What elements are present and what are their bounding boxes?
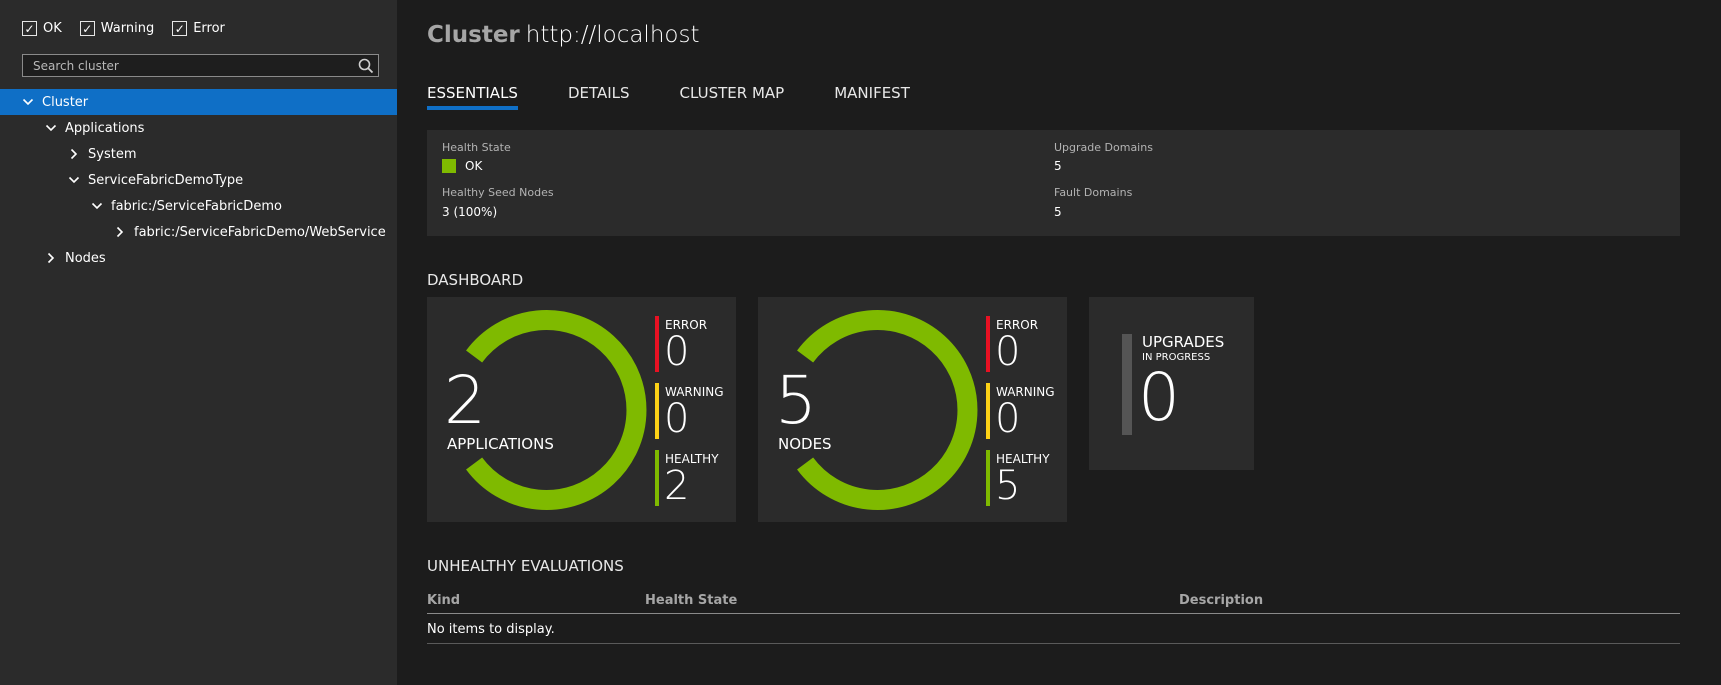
warning-checkbox[interactable]: ✓ (79, 21, 95, 36)
tree-item-servicefabricdemo[interactable]: fabric:/ServiceFabricDemo (0, 193, 397, 219)
ok-checkbox[interactable]: ✓ (22, 21, 37, 36)
warning-count: 0 (995, 396, 1021, 442)
unhealthy-evaluations-title: UNHEALTHY EVALUATIONS (427, 557, 624, 575)
sidebar: ✓ OK ✓ Warning ✓ Error Cluster Applicati… (0, 0, 397, 685)
tab-details[interactable]: DETAILS (568, 84, 630, 108)
applications-healthy-stat: HEALTHY 2 (655, 450, 735, 506)
nodes-label: NODES (778, 435, 832, 453)
health-state-value: OK (442, 159, 482, 173)
unhealthy-table-header: Kind Health State Description (427, 592, 1680, 614)
filter-warning[interactable]: ✓ Warning (79, 21, 155, 36)
upgrades-title: UPGRADES (1142, 333, 1225, 351)
filter-error[interactable]: ✓ Error (172, 21, 225, 36)
healthy-bar (986, 450, 990, 506)
page-title: Cluster http://localhost (427, 22, 699, 48)
tab-bar: ESSENTIALS DETAILS CLUSTER MAP MANIFEST (427, 84, 960, 110)
cluster-tree: Cluster Applications System ServiceFabri… (0, 89, 397, 271)
dashboard-title: DASHBOARD (427, 271, 524, 289)
tree-item-nodes[interactable]: Nodes (0, 245, 397, 271)
chevron-right-icon[interactable] (114, 226, 126, 238)
unhealthy-table-empty: No items to display. (427, 614, 1680, 644)
page-title-kind: Cluster (427, 22, 520, 48)
ok-status-icon (442, 159, 456, 173)
upgrade-domains-label: Upgrade Domains (1054, 141, 1153, 154)
upgrades-bar (1122, 334, 1132, 435)
tree-item-label: fabric:/ServiceFabricDemo (111, 198, 282, 214)
search-box (22, 54, 379, 77)
nodes-tile[interactable]: 5 NODES ERROR 0 WARNING 0 HEALTHY 5 (758, 297, 1067, 522)
warning-bar (655, 383, 659, 439)
tree-item-servicefabricdemotype[interactable]: ServiceFabricDemoType (0, 167, 397, 193)
warning-bar (986, 383, 990, 439)
applications-tile[interactable]: 2 APPLICATIONS ERROR 0 WARNING 0 HEALTHY… (427, 297, 736, 522)
tree-item-label: ServiceFabricDemoType (88, 172, 244, 188)
nodes-count: 5 (775, 362, 817, 439)
tab-essentials[interactable]: ESSENTIALS (427, 84, 518, 110)
upgrades-tile[interactable]: UPGRADES IN PROGRESS 0 (1089, 297, 1254, 470)
chevron-down-icon[interactable] (22, 96, 34, 108)
upgrade-domains-value: 5 (1054, 159, 1062, 173)
tab-cluster-map[interactable]: CLUSTER MAP (680, 84, 785, 108)
fault-domains-value: 5 (1054, 205, 1062, 219)
health-state-text: OK (465, 159, 483, 173)
seed-nodes-value: 3 (100%) (442, 205, 498, 219)
error-bar (655, 316, 659, 372)
warning-count: 0 (664, 396, 690, 442)
tree-item-label: Applications (65, 120, 145, 136)
tree-item-system[interactable]: System (0, 141, 397, 167)
healthy-bar (655, 450, 659, 506)
nodes-healthy-stat: HEALTHY 5 (986, 450, 1066, 506)
applications-label: APPLICATIONS (447, 435, 554, 453)
tree-item-label: System (88, 146, 137, 162)
chevron-down-icon[interactable] (91, 200, 103, 212)
search-icon[interactable] (357, 57, 375, 75)
error-count: 0 (995, 329, 1021, 375)
tree-item-webservice[interactable]: fabric:/ServiceFabricDemo/WebService (0, 219, 397, 245)
filter-ok[interactable]: ✓ OK (22, 21, 62, 36)
healthy-count: 2 (664, 463, 690, 509)
tree-item-label: fabric:/ServiceFabricDemo/WebService (134, 224, 386, 240)
filter-warning-label: Warning (100, 21, 155, 36)
applications-error-stat: ERROR 0 (655, 316, 735, 372)
page-title-name: http://localhost (525, 22, 700, 48)
chevron-right-icon[interactable] (45, 252, 57, 264)
tree-item-cluster[interactable]: Cluster (0, 89, 397, 115)
chevron-right-icon[interactable] (68, 148, 80, 160)
filter-ok-label: OK (43, 21, 62, 36)
upgrades-count: 0 (1138, 359, 1180, 436)
filter-error-label: Error (193, 21, 225, 36)
applications-warning-stat: WARNING 0 (655, 383, 735, 439)
healthy-count: 5 (995, 463, 1021, 509)
chevron-down-icon[interactable] (45, 122, 57, 134)
error-bar (986, 316, 990, 372)
column-kind[interactable]: Kind (427, 593, 460, 608)
seed-nodes-label: Healthy Seed Nodes (442, 186, 554, 199)
health-filters: ✓ OK ✓ Warning ✓ Error (22, 21, 243, 36)
error-checkbox[interactable]: ✓ (172, 21, 188, 36)
fault-domains-label: Fault Domains (1054, 186, 1133, 199)
tree-item-applications[interactable]: Applications (0, 115, 397, 141)
main-panel: Cluster http://localhost ESSENTIALS DETAI… (397, 0, 1721, 685)
health-state-label: Health State (442, 141, 511, 154)
chevron-down-icon[interactable] (68, 174, 80, 186)
tab-manifest[interactable]: MANIFEST (834, 84, 910, 108)
column-description[interactable]: Description (1179, 593, 1263, 608)
applications-count: 2 (444, 362, 486, 439)
nodes-warning-stat: WARNING 0 (986, 383, 1066, 439)
nodes-error-stat: ERROR 0 (986, 316, 1066, 372)
essentials-panel: Health State OK Healthy Seed Nodes 3 (10… (427, 130, 1680, 236)
column-health-state[interactable]: Health State (645, 593, 737, 608)
tree-item-label: Cluster (42, 94, 89, 110)
search-input[interactable] (23, 55, 353, 77)
tree-item-label: Nodes (65, 250, 106, 266)
error-count: 0 (664, 329, 690, 375)
